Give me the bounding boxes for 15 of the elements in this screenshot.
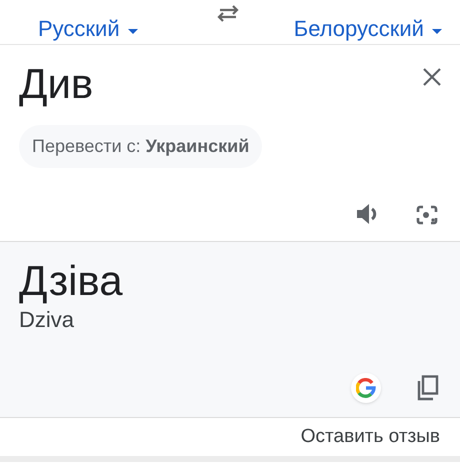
caret-icon [128,28,138,34]
translation-text: Дзіва [19,260,124,302]
speaker-icon[interactable] [355,203,379,225]
close-icon[interactable] [423,68,441,86]
camera-icon[interactable] [415,203,439,227]
target-language-button[interactable]: Белорусский [294,18,442,42]
g-logo-icon[interactable] [351,373,381,403]
caret-icon [432,28,442,34]
feedback-link[interactable]: Оставить отзыв [300,422,440,452]
swap-icon[interactable] [216,5,240,23]
copy-icon[interactable] [417,375,439,401]
detected-language-chip[interactable]: Перевести с: Украинский [19,125,262,168]
transliteration-text: Dziva [19,309,76,331]
source-text: Див [19,63,94,105]
source-language-button[interactable]: Русский [38,18,138,42]
